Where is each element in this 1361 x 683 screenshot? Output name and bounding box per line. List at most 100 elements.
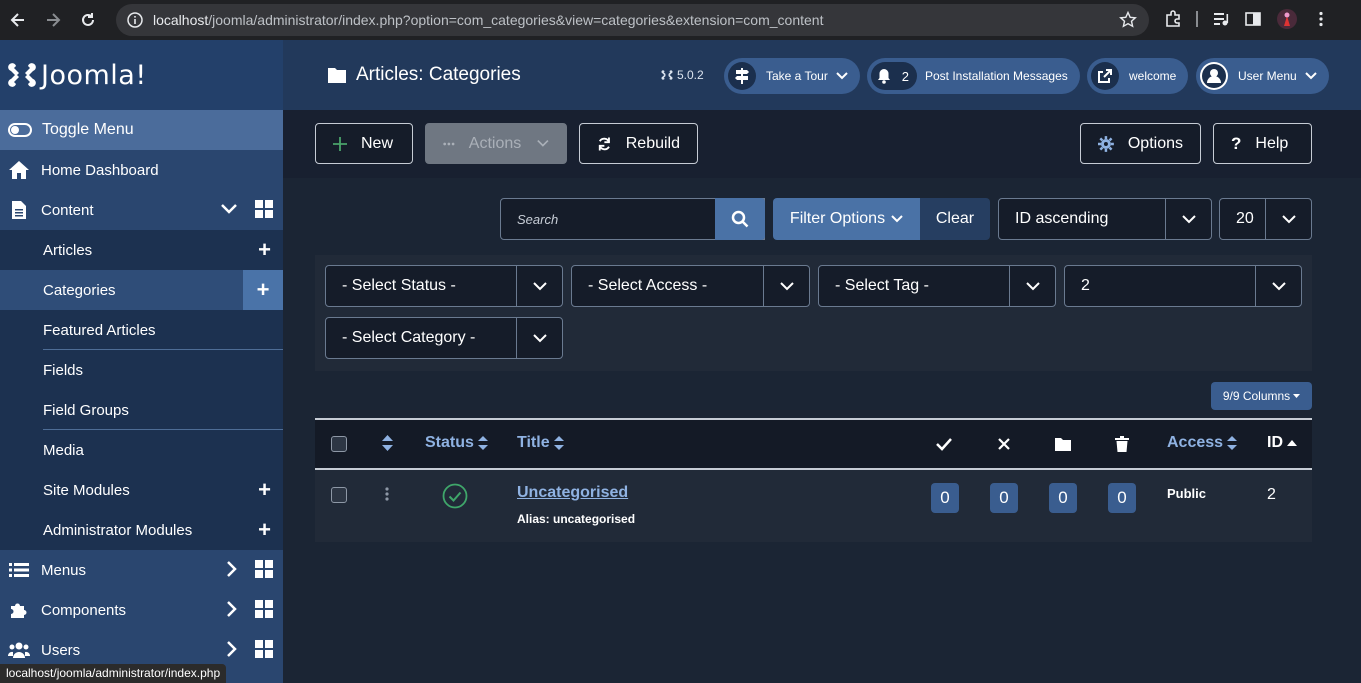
sidebar-item-label: Media [43,441,84,459]
options-label: Options [1127,134,1183,152]
joomla-logo[interactable]: Joomla! [0,40,283,110]
filter-options-button[interactable]: Filter Options [773,198,920,240]
access-filter-select[interactable]: - Select Access - [571,265,810,307]
drag-handle-icon[interactable] [385,487,389,501]
bookmark-star-icon[interactable] [1119,11,1137,29]
columns-label: 9/9 Columns [1222,389,1291,403]
sidebar-item-articles[interactable]: Articles + [0,230,283,270]
signpost-icon [728,62,756,90]
chevron-down-icon [836,72,848,80]
archived-count-badge[interactable]: 0 [1049,483,1077,513]
external-link-icon [1091,62,1119,90]
sidebar-item-menus[interactable]: Menus [0,550,283,590]
add-site-module-icon[interactable]: + [258,479,271,501]
home-icon [8,159,30,181]
status-column-header[interactable]: Status [425,434,488,452]
add-category-icon[interactable]: + [243,270,283,310]
joomla-version[interactable]: 5.0.2 [661,68,704,82]
actions-button[interactable]: Actions [425,123,567,164]
trashed-count-badge[interactable]: 0 [1108,483,1136,513]
level-filter-select[interactable]: 2 [1064,265,1302,307]
unpublished-count: 0 [990,483,1018,513]
ordering-value: ID ascending [1015,210,1109,227]
sort-ascending-icon [1287,439,1297,446]
ordering-sort-icon[interactable] [382,435,393,451]
forward-icon[interactable] [38,5,68,35]
status-filter-select[interactable]: - Select Status - [325,265,563,307]
sidebar-item-label: Content [41,201,94,219]
id-column-header[interactable]: ID [1267,434,1297,452]
extensions-icon[interactable] [1164,10,1182,28]
sidebar-item-administrator-modules[interactable]: Administrator Modules + [0,510,283,550]
dashboard-grid-icon[interactable] [255,200,273,218]
title-column-header[interactable]: Title [517,434,564,452]
limit-value: 20 [1236,210,1254,227]
sidebar-item-home-dashboard[interactable]: Home Dashboard [0,150,283,190]
search-icon [731,210,749,228]
sidebar-item-featured-articles[interactable]: Featured Articles [0,310,283,350]
site-info-icon[interactable] [127,12,143,28]
sidebar-item-site-modules[interactable]: Site Modules + [0,470,283,510]
dashboard-grid-icon[interactable] [255,560,273,578]
browser-menu-icon[interactable] [1312,10,1330,28]
user-menu-button[interactable]: User Menu [1196,58,1329,94]
dashboard-grid-icon[interactable] [255,640,273,658]
ordering-select[interactable]: ID ascending [998,198,1212,240]
sidebar-item-field-groups[interactable]: Field Groups [0,390,283,430]
select-all-checkbox[interactable] [331,436,347,452]
add-admin-module-icon[interactable]: + [258,519,271,541]
dashboard-grid-icon[interactable] [255,600,273,618]
row-checkbox[interactable] [331,487,347,503]
sidebar-item-categories[interactable]: Categories + [0,270,283,310]
sidebar-item-label: Users [41,641,81,659]
rebuild-button[interactable]: Rebuild [579,123,698,164]
table-row[interactable]: Uncategorised Alias: uncategorised 0 0 0… [315,470,1312,542]
chevron-right-icon[interactable] [227,641,237,657]
filter-options-label: Filter Options [789,210,886,227]
category-title-text: Uncategorised [517,484,629,501]
options-button[interactable]: Options [1080,123,1201,164]
chevron-down-icon [1009,266,1055,306]
address-bar[interactable]: localhost/joomla/administrator/index.php… [116,4,1149,36]
search-button[interactable] [715,198,765,240]
sidebar-item-components[interactable]: Components [0,590,283,630]
access-column-header[interactable]: Access [1167,434,1238,452]
side-panel-icon[interactable] [1244,10,1262,28]
post-installation-label: Post Installation Messages [925,69,1068,83]
sidebar-item-content[interactable]: Content [0,190,283,230]
joomla-small-icon [661,70,673,80]
columns-toggle-button[interactable]: 9/9 Columns [1211,382,1312,410]
media-control-icon[interactable] [1212,10,1230,28]
unpublished-count-badge[interactable]: 0 [990,483,1018,513]
published-status-icon[interactable] [442,483,468,509]
chevron-right-icon[interactable] [227,561,237,577]
profile-avatar-icon[interactable] [1276,8,1298,30]
sidebar-item-media[interactable]: Media [0,430,283,470]
back-icon[interactable] [3,5,33,35]
category-filter-select[interactable]: - Select Category - [325,317,563,359]
browser-toolbar: localhost/joomla/administrator/index.php… [0,0,1361,40]
post-installation-messages-button[interactable]: 2 Post Installation Messages [867,58,1080,94]
help-label: Help [1255,134,1289,152]
limit-select[interactable]: 20 [1219,198,1312,240]
toggle-menu[interactable]: Toggle Menu [0,110,283,150]
reload-icon[interactable] [73,5,103,35]
chevron-right-icon[interactable] [227,601,237,617]
notification-badge: 2 [871,62,917,90]
new-button[interactable]: New [315,123,413,164]
welcome-button[interactable]: welcome [1087,58,1189,94]
clear-button[interactable]: Clear [920,198,990,240]
trashed-count: 0 [1108,483,1136,513]
category-title-link[interactable]: Uncategorised [517,484,628,502]
published-count-badge[interactable]: 0 [931,483,959,513]
chevron-down-icon[interactable] [221,204,237,214]
file-icon [8,199,30,221]
tag-filter-select[interactable]: - Select Tag - [818,265,1056,307]
user-circle-icon [1200,62,1228,90]
sidebar-item-fields[interactable]: Fields [0,350,283,390]
access-value: Public [1167,486,1206,501]
take-a-tour-button[interactable]: Take a Tour [724,58,860,94]
published-count: 0 [931,483,959,513]
add-article-icon[interactable]: + [258,239,271,261]
help-button[interactable]: ? Help [1213,123,1312,164]
